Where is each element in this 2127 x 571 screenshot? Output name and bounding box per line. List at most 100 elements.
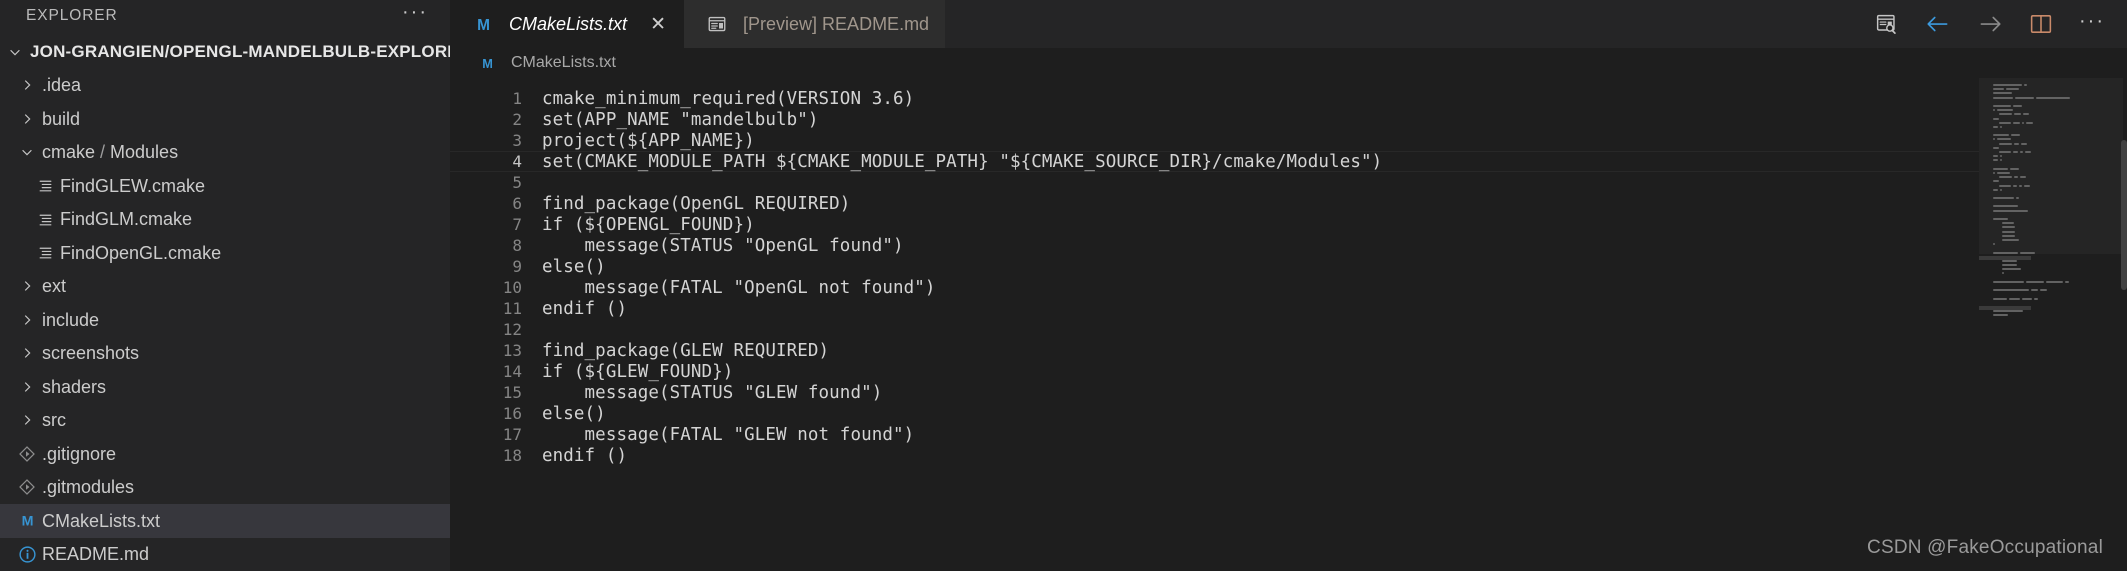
minimap-token [1998, 184, 2011, 187]
minimap-token [1997, 109, 2014, 112]
tree-item-findglew-cmake[interactable]: FindGLEW.cmake [0, 169, 450, 203]
minimap-token [1993, 117, 1999, 120]
minimap-token [2035, 96, 2071, 99]
tree-item-gitmodules[interactable]: .gitmodules [0, 471, 450, 505]
tree-item-label: FindGLM.cmake [60, 209, 193, 230]
minimap-token [2002, 238, 2020, 241]
editor-scrollbar[interactable] [2121, 140, 2127, 290]
more-actions-icon[interactable]: ··· [2079, 11, 2105, 31]
minimap-token [1999, 155, 2002, 158]
tree-item-gitignore[interactable]: .gitignore [0, 437, 450, 471]
minimap-token [1993, 180, 1999, 183]
code-line[interactable]: 3 project(${APP_NAME}) [450, 130, 1979, 151]
code-line[interactable]: 18 endif () [450, 445, 1979, 466]
tab-cmakelists-txt[interactable]: M CMakeLists.txt ✕ [450, 0, 685, 48]
tree-item-idea[interactable]: .idea [0, 69, 450, 103]
tree-item-subfolder-name: Modules [110, 142, 179, 163]
code-line[interactable]: 17 message(FATAL "GLEW not found") [450, 424, 1979, 445]
minimap[interactable] [1979, 78, 2127, 571]
code-line[interactable]: 14 if (${GLEW_FOUND}) [450, 361, 1979, 382]
tree-item-include[interactable]: include [0, 303, 450, 337]
editor-group: M CMakeLists.txt ✕ [Preview] README.md ·… [450, 0, 2127, 571]
code-line[interactable]: 15 message(STATUS "GLEW found") [450, 382, 1979, 403]
tab-preview-readme-md[interactable]: [Preview] README.md [684, 0, 946, 48]
explorer-more-icon[interactable]: ··· [402, 2, 428, 23]
minimap-decoration [1979, 256, 2031, 260]
tree-item-cmakelists-txt[interactable]: M CMakeLists.txt [0, 504, 450, 538]
tree-item-screenshots[interactable]: screenshots [0, 337, 450, 371]
code-line[interactable]: 13 find_package(GLEW REQUIRED) [450, 340, 1979, 361]
code-line[interactable]: 8 message(STATUS "OpenGL found") [450, 235, 1979, 256]
tree-item-shaders[interactable]: shaders [0, 370, 450, 404]
minimap-line [1993, 264, 2127, 267]
forward-arrow-icon[interactable] [1977, 14, 2003, 34]
open-preview-icon[interactable] [1875, 12, 1899, 36]
breadcrumb: M CMakeLists.txt [450, 48, 2127, 78]
code-line-current[interactable]: 4 set(CMAKE_MODULE_PATH ${CMAKE_MODULE_PA… [450, 151, 1979, 172]
minimap-token [2019, 251, 2035, 254]
code-line[interactable]: 2 set(APP_NAME "mandelbulb") [450, 109, 1979, 130]
close-icon[interactable]: ✕ [648, 15, 668, 34]
tree-item-src[interactable]: src [0, 404, 450, 438]
minimap-token [2034, 297, 2038, 300]
chevron-right-icon[interactable] [12, 346, 42, 360]
minimap-token [2013, 113, 2021, 116]
minimap-token [1993, 289, 2030, 292]
tree-item-path-separator: / [95, 142, 111, 163]
code-line[interactable]: 11 endif () [450, 298, 1979, 319]
minimap-token [1993, 104, 2012, 107]
line-number: 4 [512, 152, 522, 171]
tree-item-workspace-root[interactable]: JON-GRANGIEN/OPENGL-MANDELBULB-EXPLORER [0, 35, 471, 69]
code-line[interactable]: 12 [450, 319, 1979, 340]
minimap-token [1993, 171, 1995, 174]
chevron-right-icon[interactable] [12, 112, 42, 126]
tree-item-findopengl-cmake[interactable]: FindOpenGL.cmake [0, 236, 450, 270]
breadcrumb-file-label[interactable]: CMakeLists.txt [511, 54, 616, 72]
minimap-token [1998, 142, 2012, 145]
code-line[interactable]: 16 else() [450, 403, 1979, 424]
code-content[interactable]: 1 cmake_minimum_required(VERSION 3.6) 2 se… [450, 78, 1979, 571]
line-number: 18 [502, 446, 522, 465]
code-line[interactable]: 10 message(FATAL "OpenGL not found") [450, 277, 1979, 298]
minimap-token [2002, 230, 2016, 233]
minimap-token [1993, 146, 1999, 149]
code-line[interactable]: 6 find_package(OpenGL REQUIRED) [450, 193, 1979, 214]
minimap-token [2011, 134, 2020, 137]
tree-item-ext[interactable]: ext [0, 270, 450, 304]
code-line[interactable]: 5 [450, 172, 1979, 193]
chevron-right-icon[interactable] [12, 380, 42, 394]
tree-item-label: ext [42, 276, 67, 297]
tree-item-findglm-cmake[interactable]: FindGLM.cmake [0, 203, 450, 237]
line-text: project(${APP_NAME}) [542, 130, 755, 151]
chevron-down-icon[interactable] [0, 45, 30, 59]
minimap-token [1993, 84, 2022, 86]
chevron-right-icon[interactable] [12, 78, 42, 92]
minimap-line [1993, 314, 2127, 317]
code-line[interactable]: 7 if (${OPENGL_FOUND}) [450, 214, 1979, 235]
split-editor-icon[interactable] [2029, 13, 2053, 35]
minimap-token [2021, 297, 2033, 300]
chevron-down-icon[interactable] [12, 145, 42, 159]
chevron-right-icon[interactable] [12, 413, 42, 427]
tree-item-build[interactable]: build [0, 102, 450, 136]
minimap-token [1998, 121, 2011, 124]
minimap-line [1993, 272, 2127, 275]
chevron-right-icon[interactable] [12, 279, 42, 293]
chevron-right-icon[interactable] [12, 313, 42, 327]
tree-item-label: CMakeLists.txt [42, 510, 161, 531]
tree-item-readme-md[interactable]: README.md [0, 538, 450, 571]
code-line[interactable]: 9 else() [450, 256, 1979, 277]
minimap-token [1993, 134, 2010, 137]
tree-item-label: .gitmodules [42, 477, 135, 498]
svg-text:M: M [477, 16, 490, 33]
back-arrow-icon[interactable] [1925, 14, 1951, 34]
line-number: 2 [512, 110, 522, 129]
minimap-line [1993, 285, 2127, 288]
minimap-token [2014, 96, 2034, 99]
minimap-token [2023, 84, 2028, 86]
tree-item-cmake-modules[interactable]: cmake / Modules [0, 136, 450, 170]
line-number: 15 [502, 383, 522, 402]
minimap-line [1993, 297, 2127, 301]
code-line[interactable]: 1 cmake_minimum_required(VERSION 3.6) [450, 88, 1979, 109]
minimap-token [2010, 167, 2019, 170]
